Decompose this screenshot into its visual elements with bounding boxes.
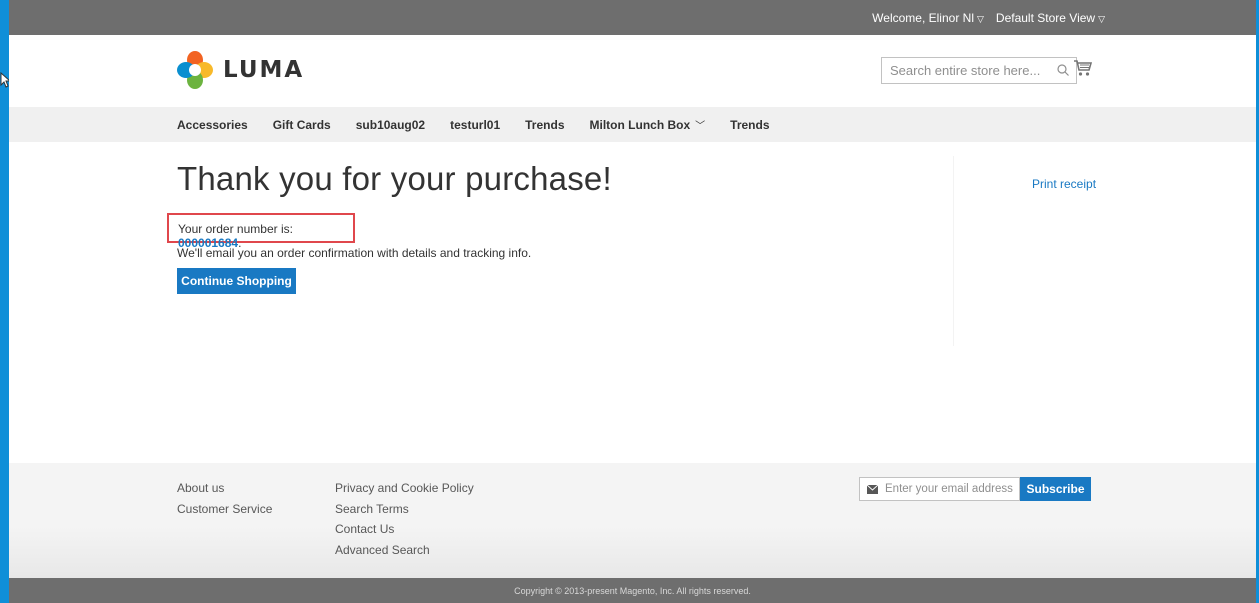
page-title: Thank you for your purchase! — [177, 160, 612, 197]
footer-links-col-2: Privacy and Cookie Policy Search Terms C… — [335, 478, 474, 560]
luma-logo-icon — [177, 51, 213, 89]
newsletter-email-input[interactable] — [885, 483, 1015, 495]
order-number-highlight: Your order number is: 000001684. — [167, 213, 355, 250]
customer-welcome-menu[interactable]: Welcome, Elinor Nl ▽ — [872, 11, 984, 25]
nav-item-accessories[interactable]: Accessories — [177, 118, 248, 132]
store-view-switcher[interactable]: Default Store View ▽ — [996, 11, 1105, 25]
nav-item-milton-lunch-box[interactable]: Milton Lunch Box ﹀ — [590, 117, 706, 133]
sidebar-divider — [953, 156, 954, 346]
top-panel: Welcome, Elinor Nl ▽ Default Store View ▽ — [9, 0, 1256, 35]
footer-links-col-1: About us Customer Service — [177, 478, 272, 519]
nav-item-testurl01[interactable]: testurl01 — [450, 118, 500, 132]
nav-item-trends-2[interactable]: Trends — [730, 118, 769, 132]
copyright-bar: Copyright © 2013-present Magento, Inc. A… — [9, 578, 1256, 603]
nav-item-sub10aug02[interactable]: sub10aug02 — [356, 118, 425, 132]
envelope-icon — [867, 485, 878, 494]
chevron-down-icon: ▽ — [1098, 14, 1105, 24]
subscribe-button[interactable]: Subscribe — [1020, 477, 1091, 501]
nav-item-trends[interactable]: Trends — [525, 118, 564, 132]
footer-link-privacy-policy[interactable]: Privacy and Cookie Policy — [335, 478, 474, 499]
footer-link-search-terms[interactable]: Search Terms — [335, 499, 474, 520]
nav-item-gift-cards[interactable]: Gift Cards — [273, 118, 331, 132]
chevron-down-icon: ﹀ — [695, 121, 706, 132]
store-logo[interactable]: LUMA — [177, 51, 304, 89]
order-number-label: Your order number is: — [178, 222, 293, 236]
search-box — [881, 57, 1077, 84]
print-receipt-link[interactable]: Print receipt — [1032, 177, 1096, 191]
page-footer: About us Customer Service Privacy and Co… — [9, 463, 1256, 578]
footer-link-about-us[interactable]: About us — [177, 478, 272, 499]
continue-shopping-button[interactable]: Continue Shopping — [177, 268, 296, 294]
footer-link-advanced-search[interactable]: Advanced Search — [335, 540, 474, 561]
page-header: LUMA — [9, 35, 1256, 107]
newsletter-field — [859, 477, 1020, 501]
footer-link-contact-us[interactable]: Contact Us — [335, 519, 474, 540]
main-navigation: Accessories Gift Cards sub10aug02 testur… — [9, 107, 1256, 142]
browser-viewport: Welcome, Elinor Nl ▽ Default Store View ▽ … — [9, 0, 1256, 603]
logo-text: LUMA — [223, 57, 305, 83]
search-icon[interactable] — [1056, 63, 1070, 77]
chevron-down-icon: ▽ — [976, 14, 984, 24]
cart-icon[interactable] — [1073, 59, 1093, 77]
main-content: Thank you for your purchase! Print recei… — [9, 142, 1256, 463]
footer-link-customer-service[interactable]: Customer Service — [177, 499, 272, 520]
search-input[interactable] — [890, 63, 1054, 78]
email-confirmation-note: We'll email you an order confirmation wi… — [177, 246, 532, 260]
